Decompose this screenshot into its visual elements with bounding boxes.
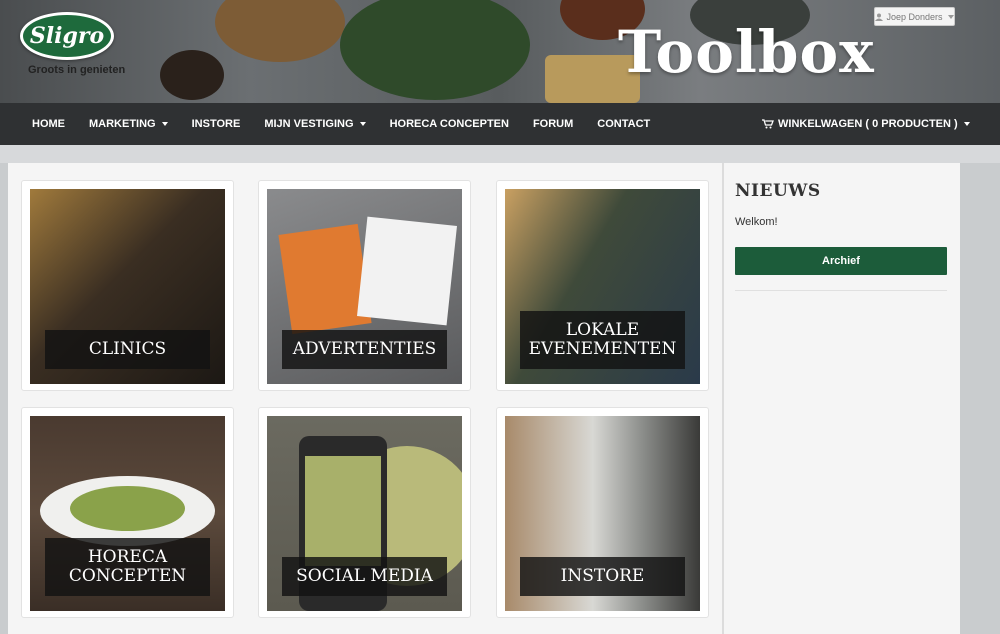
tile-image: LOKALE EVENEMENTEN (505, 189, 700, 384)
nav-label: MIJN VESTIGING (264, 118, 354, 130)
tile-instore[interactable]: INSTORE (496, 407, 709, 618)
magazine-graphic (278, 223, 372, 335)
header-decor (215, 0, 345, 62)
nav-item-marketing[interactable]: MARKETING (77, 118, 180, 130)
tile-label: HORECA CONCEPTEN (45, 538, 210, 596)
news-title: NIEUWS (735, 181, 821, 201)
main-content: CLINICS ADVERTENTIES LOKALE EVENEMENTEN … (8, 163, 960, 634)
tile-social-media[interactable]: SOCIAL MEDIA (258, 407, 471, 618)
news-text: Welkom! (735, 216, 778, 228)
user-name: Joep Donders (886, 11, 943, 22)
nav-label: MARKETING (89, 118, 156, 130)
shopping-cart-icon (762, 119, 774, 129)
header-decor (160, 50, 224, 100)
chevron-down-icon (947, 14, 954, 19)
page-title: Toolbox (618, 18, 875, 86)
tile-advertenties[interactable]: ADVERTENTIES (258, 180, 471, 391)
nav-item-instore[interactable]: INSTORE (180, 118, 253, 130)
chevron-down-icon (963, 122, 970, 126)
magazine-graphic (357, 216, 457, 326)
tile-image: ADVERTENTIES (267, 189, 462, 384)
archive-button[interactable]: Archief (735, 247, 947, 275)
tile-lokale-evenementen[interactable]: LOKALE EVENEMENTEN (496, 180, 709, 391)
header-decor (340, 0, 530, 100)
nav-item-mijn-vestiging[interactable]: MIJN VESTIGING (252, 118, 377, 130)
tile-label: INSTORE (520, 557, 685, 596)
tile-label: LOKALE EVENEMENTEN (520, 311, 685, 369)
header-divider-strip (0, 145, 1000, 163)
logo-tagline: Groots in genieten (28, 64, 126, 76)
food-graphic (70, 486, 185, 531)
phone-screen-graphic (305, 456, 381, 566)
nav-label: INSTORE (191, 118, 241, 130)
nav-label: HORECA CONCEPTEN (389, 118, 509, 130)
tile-image: HORECA CONCEPTEN (30, 416, 225, 611)
nav-label: CONTACT (597, 118, 651, 130)
sidebar-divider (722, 163, 724, 634)
user-icon (875, 13, 884, 21)
tile-image: SOCIAL MEDIA (267, 416, 462, 611)
sligro-logo[interactable]: Sligro (20, 12, 114, 60)
logo-text: Sligro (29, 23, 105, 49)
cart-label: WINKELWAGEN ( 0 PRODUCTEN ) (778, 118, 958, 130)
tile-label: ADVERTENTIES (282, 330, 447, 369)
news-divider (735, 290, 947, 291)
tile-image: INSTORE (505, 416, 700, 611)
user-menu-button[interactable]: Joep Donders (874, 7, 955, 26)
tile-horeca-concepten[interactable]: HORECA CONCEPTEN (21, 407, 234, 618)
nav-item-horeca-concepten[interactable]: HORECA CONCEPTEN (378, 118, 521, 130)
chevron-down-icon (359, 122, 366, 126)
main-nav: HOME MARKETING INSTORE MIJN VESTIGING HO… (0, 103, 1000, 145)
cart-menu[interactable]: WINKELWAGEN ( 0 PRODUCTEN ) (750, 103, 982, 145)
tile-label: SOCIAL MEDIA (282, 557, 447, 596)
site-header: Sligro Groots in genieten Toolbox Joep D… (0, 0, 1000, 103)
tile-clinics[interactable]: CLINICS (21, 180, 234, 391)
nav-label: HOME (32, 118, 65, 130)
nav-item-forum[interactable]: FORUM (521, 118, 585, 130)
tile-image: CLINICS (30, 189, 225, 384)
nav-item-home[interactable]: HOME (0, 118, 77, 130)
nav-item-contact[interactable]: CONTACT (585, 118, 662, 130)
nav-label: FORUM (532, 118, 574, 130)
chevron-down-icon (161, 122, 168, 126)
tile-label: CLINICS (45, 330, 210, 369)
